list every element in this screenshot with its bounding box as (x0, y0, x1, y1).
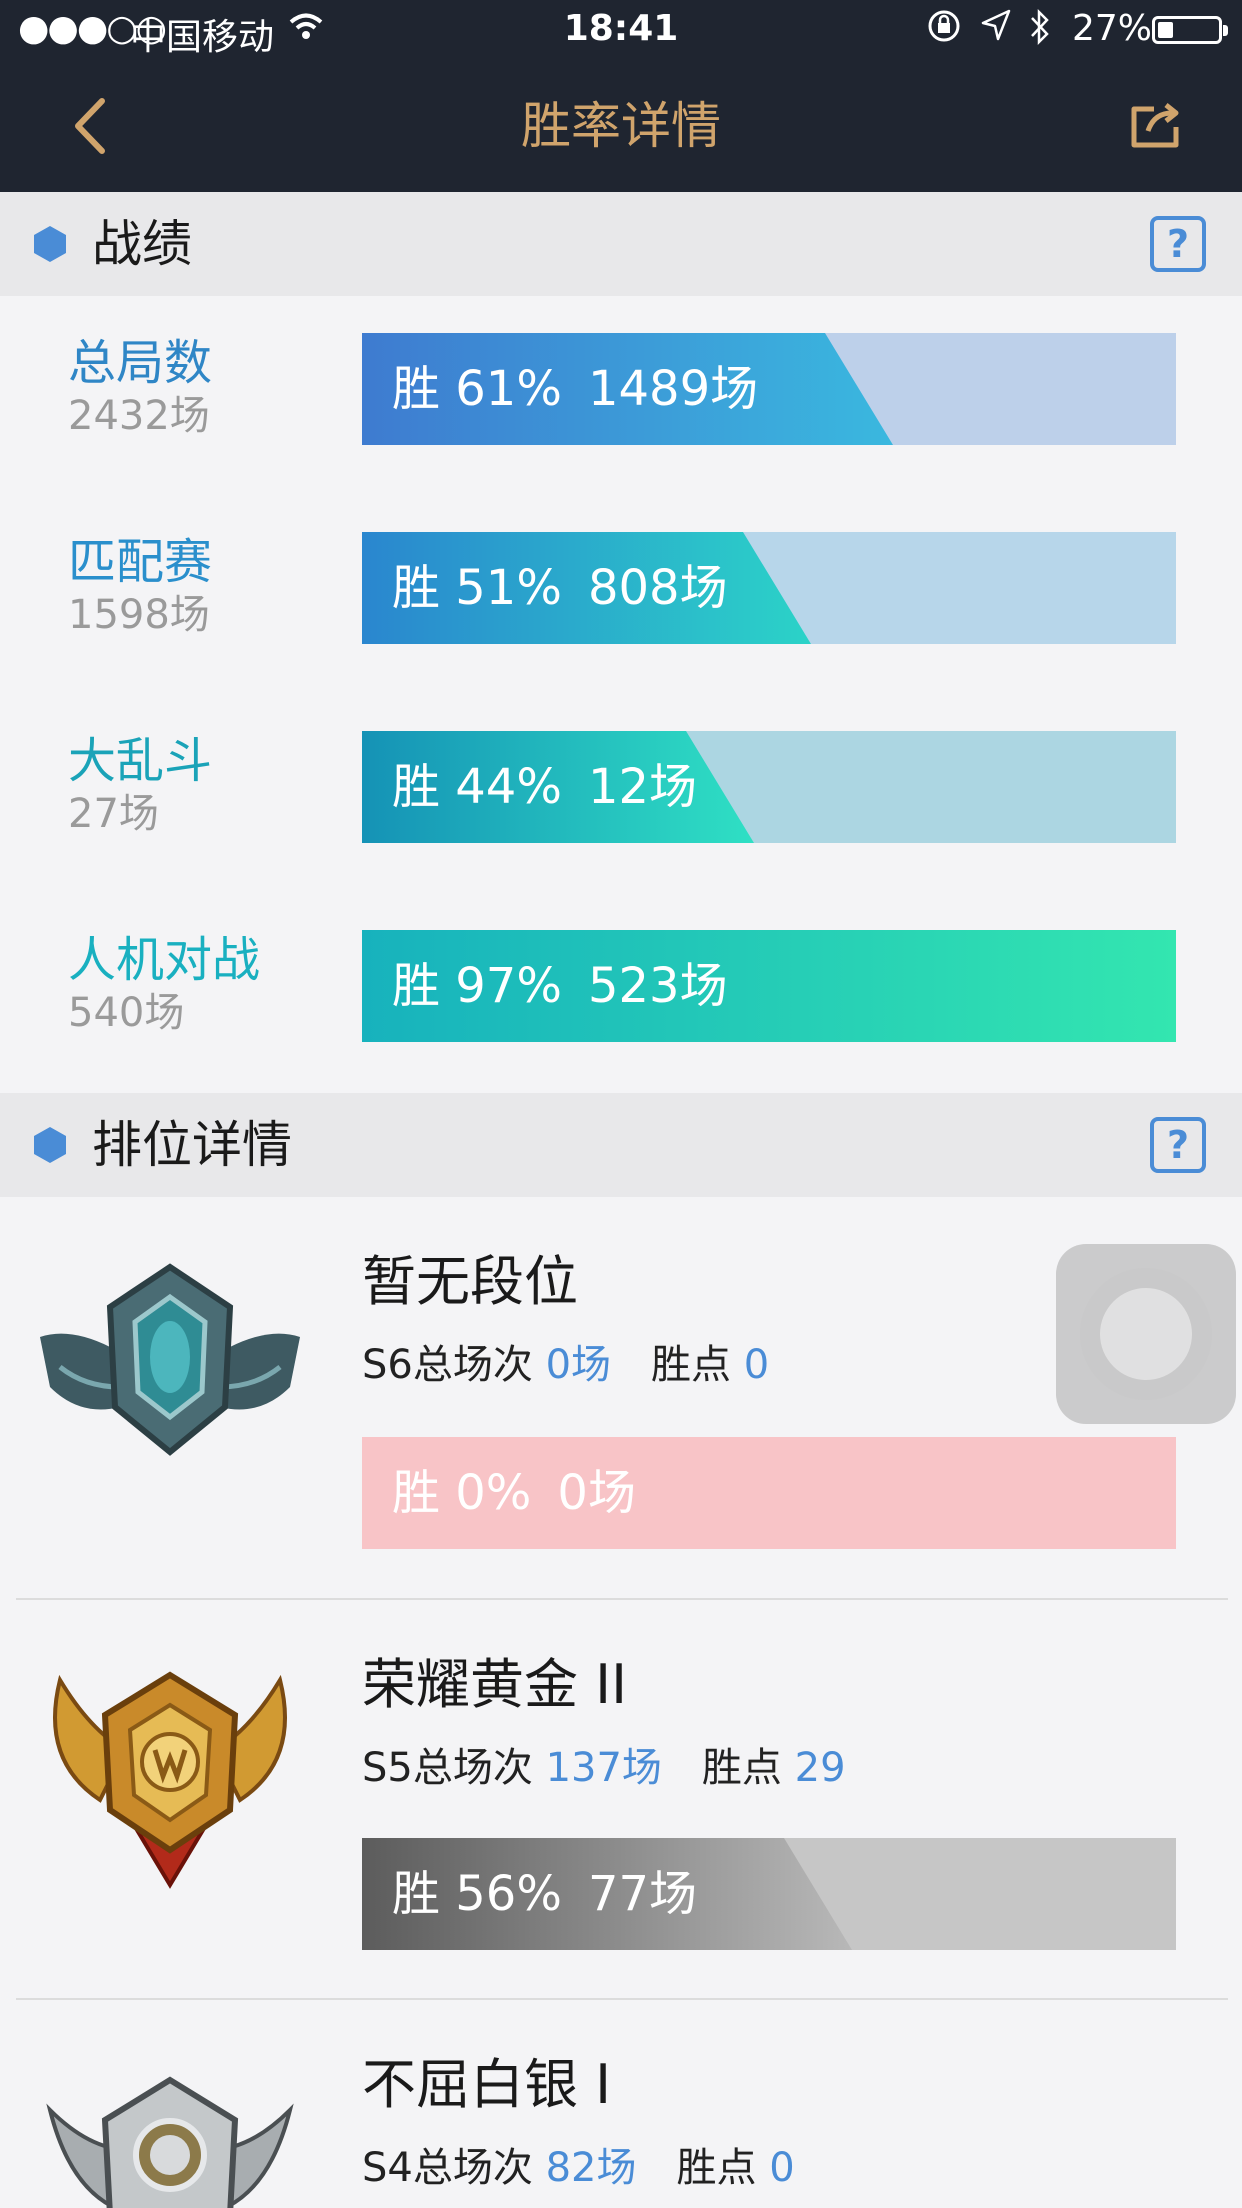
win-rate-bar: 胜 0% 0场 (362, 1437, 1176, 1549)
stat-count: 2432场 (68, 393, 210, 439)
season-count: 0场 (545, 1342, 612, 1388)
league-points: 0 (743, 1342, 770, 1388)
rotation-lock-icon (926, 8, 962, 53)
rank-title: 不屈白银 I (362, 2053, 612, 2116)
assistive-touch-button[interactable] (1056, 1244, 1236, 1424)
stat-count: 27场 (68, 791, 159, 837)
stat-count: 540场 (68, 990, 185, 1036)
rank-season-stats: S5总场次 137场 胜点 29 (362, 1745, 846, 1791)
bluetooth-icon (1028, 8, 1052, 55)
hexagon-icon (34, 226, 66, 262)
win-count-text: 808场 (587, 560, 728, 616)
stat-label: 总局数 (68, 335, 213, 391)
stat-row-match: 匹配赛 1598场 胜 51% 808场 (0, 532, 1242, 662)
stat-label: 匹配赛 (68, 534, 213, 590)
win-rate-text: 胜 44% (392, 759, 562, 815)
stat-row-brawl: 大乱斗 27场 胜 44% 12场 (0, 731, 1242, 861)
win-rate-text: 胜 51% (392, 560, 562, 616)
share-icon (1131, 103, 1179, 148)
nav-bar: 胜率详情 (0, 60, 1242, 192)
record-section-header: 战绩 ? (0, 192, 1242, 296)
section-title: 战绩 (92, 215, 192, 273)
win-rate-bar: 胜 97% 523场 (362, 930, 1176, 1042)
stat-label: 大乱斗 (68, 733, 213, 789)
rank-section-header: 排位详情 ? (0, 1093, 1242, 1197)
rank-title: 暂无段位 (362, 1250, 578, 1313)
clock: 18:41 (563, 8, 679, 49)
season-count: 82场 (545, 2145, 637, 2191)
win-count-text: 523场 (587, 958, 728, 1014)
win-rate-bar: 胜 56% 77场 (362, 1838, 1176, 1950)
battery-percent: 27% (1072, 8, 1153, 49)
league-points: 0 (769, 2145, 795, 2191)
location-icon (980, 8, 1012, 51)
win-rate-text: 胜 56% (392, 1866, 562, 1922)
win-rate-text: 胜 97% (392, 958, 562, 1014)
hexagon-icon (34, 1127, 66, 1163)
win-count-text: 0场 (557, 1465, 636, 1521)
unranked-emblem-icon (40, 1263, 300, 1456)
help-button[interactable]: ? (1150, 1117, 1206, 1173)
win-rate-bar: 胜 44% 12场 (362, 731, 1176, 843)
win-rate-text: 胜 61% (392, 361, 562, 417)
rank-item[interactable]: 荣耀黄金 II S5总场次 137场 胜点 29 胜 56% 77场 (0, 1600, 1242, 2000)
rank-season-stats: S6总场次 0场 胜点 0 (362, 1342, 770, 1388)
win-count-text: 1489场 (587, 361, 759, 417)
win-count-text: 77场 (587, 1866, 698, 1922)
win-count-text: 12场 (587, 759, 698, 815)
status-bar: ●●●○○ 中国移动 18:41 27% (0, 0, 1242, 60)
share-button[interactable] (1126, 96, 1186, 156)
win-rate-bar: 胜 51% 808场 (362, 532, 1176, 644)
season-count: 137场 (545, 1745, 662, 1791)
silver-emblem-icon (46, 2076, 294, 2208)
league-points: 29 (794, 1745, 846, 1791)
stat-row-vs-ai: 人机对战 540场 胜 97% 523场 (0, 930, 1242, 1060)
win-rate-text: 胜 0% (392, 1465, 532, 1521)
stat-label: 人机对战 (68, 932, 261, 988)
battery-icon (1152, 16, 1228, 44)
gold-emblem-icon (53, 1671, 287, 1889)
help-button[interactable]: ? (1150, 216, 1206, 272)
page-title: 胜率详情 (521, 97, 721, 155)
rank-item[interactable]: 不屈白银 I S4总场次 82场 胜点 0 (0, 2000, 1242, 2208)
rank-season-stats: S4总场次 82场 胜点 0 (362, 2145, 795, 2191)
rank-title: 荣耀黄金 II (362, 1653, 628, 1716)
win-rate-bar: 胜 61% 1489场 (362, 333, 1176, 445)
section-title: 排位详情 (92, 1116, 292, 1174)
stat-row-total: 总局数 2432场 胜 61% 1489场 (0, 333, 1242, 463)
stat-count: 1598场 (68, 592, 210, 638)
